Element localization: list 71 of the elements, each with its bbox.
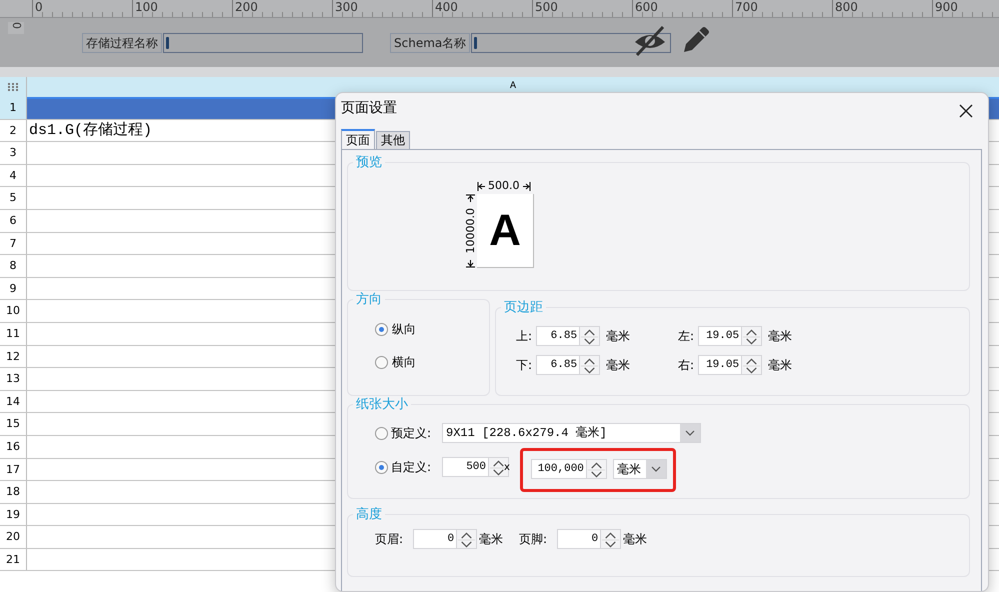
parameter-input-field[interactable] [163,32,363,52]
dropdown-button[interactable] [646,460,666,478]
unit-label: 毫米 [479,531,504,548]
number-field[interactable]: 0 [413,529,458,549]
number-field[interactable]: 0 [557,529,602,549]
number-field[interactable]: 100,000 [530,458,587,478]
unit-dropdown[interactable]: 毫米 [612,458,667,478]
text-cursor-icon [474,36,478,48]
tab[interactable]: 页面 [341,129,375,149]
field-label: 右: [678,357,694,374]
row-header[interactable]: 1 [0,97,27,119]
number-field[interactable]: 500 [442,457,489,477]
group-title: 方向 [353,292,385,307]
right-arrow-icon [522,182,530,190]
unit-label: 毫米 [606,328,630,345]
option-label: 预定义: [391,425,432,442]
radio-button[interactable] [375,356,388,368]
field-label: 左: [678,328,694,345]
number-field[interactable]: 6.85 [536,355,580,375]
option-label: 纵向 [392,321,416,338]
ruler-label: 0 [8,22,24,34]
spin-button[interactable] [457,529,478,549]
tab[interactable]: 其他 [376,131,410,149]
unit-label: 毫米 [768,328,792,345]
chevron-down-icon [685,430,695,436]
option-label: 横向 [392,354,416,371]
separator-label: x [504,460,510,474]
group-title: 纸张大小 [353,397,411,412]
unit-label: 毫米 [768,357,792,374]
number-field[interactable]: 19.05 [698,355,742,375]
parameter-input-field[interactable] [471,32,672,52]
number-field[interactable]: 19.05 [698,326,742,346]
paper-size-dropdown[interactable]: 9X11 [228.6x279.4 毫米] [442,423,701,443]
spin-button[interactable] [580,355,600,375]
group-title: 高度 [353,507,385,522]
page-width-label: 500.0 [488,178,520,194]
field-label: 下: [516,357,532,374]
up-arrow-icon [466,194,475,203]
option-label: 自定义: [391,459,432,476]
spin-button[interactable] [580,326,600,346]
field-label: 页眉: [375,531,404,548]
dropdown-button[interactable] [680,424,700,442]
grid-dots-icon[interactable] [8,83,18,91]
dropdown-value: 9X11 [228.6x279.4 毫米] [445,424,608,442]
page-preview: A [477,194,534,268]
field-label: 上: [516,328,532,345]
group-title: 页边距 [501,300,546,315]
spin-button[interactable] [489,457,509,477]
dropdown-value: 毫米 [616,460,642,478]
text-cursor-icon [166,36,169,48]
unit-label: 毫米 [623,531,648,548]
spin-button[interactable] [586,458,607,478]
radio-button[interactable] [375,460,388,474]
eye-slash-icon[interactable] [633,26,668,56]
number-field[interactable]: 6.85 [536,326,580,346]
pencil-icon[interactable] [681,24,712,54]
field-label: 页脚: [519,531,548,548]
unit-label: 毫米 [606,357,630,374]
spin-button[interactable] [742,355,762,375]
radio-button[interactable] [375,426,388,440]
spin-button[interactable] [742,326,762,346]
parameter-label: 存储过程名称 [82,32,162,52]
radio-button[interactable] [375,322,388,336]
left-arrow-icon [477,182,486,190]
chevron-down-icon [650,466,661,472]
page-height-label: 10000.0 [464,208,476,254]
group-title: 预览 [353,155,385,170]
parameter-label: Schema名称 [390,32,470,52]
down-arrow-icon [466,259,475,268]
spin-button[interactable] [601,529,622,549]
dialog-title: 页面设置 [341,99,397,118]
